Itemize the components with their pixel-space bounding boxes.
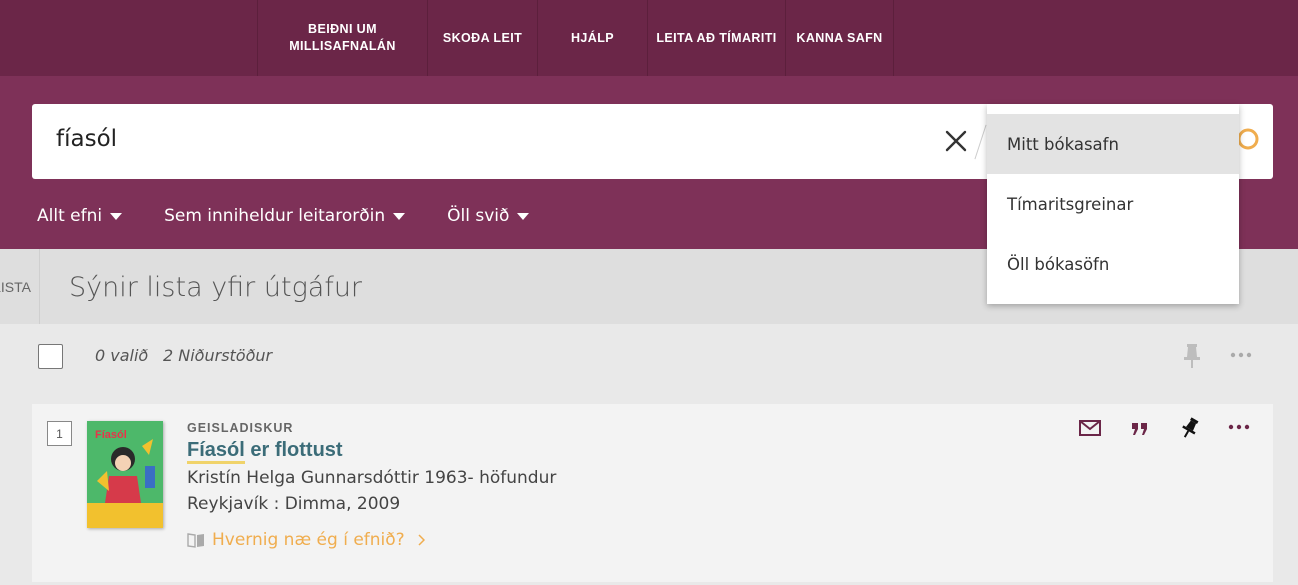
select-all-checkbox[interactable]	[38, 344, 63, 369]
search-filters: Allt efni Sem inniheldur leitarorðin Öll…	[37, 204, 571, 228]
back-to-list-tab[interactable]: LISTA	[0, 249, 40, 324]
caret-down-icon	[110, 212, 123, 220]
nav-label: LEITA AÐ TÍMARITI	[656, 30, 777, 45]
title-highlight: Fíasól	[187, 439, 245, 464]
result-count: 2 Niðurstöður	[163, 346, 273, 365]
availability-link[interactable]: Hvernig næ ég í efnið?	[187, 530, 425, 550]
filter-match-type[interactable]: Sem inniheldur leitarorðin	[164, 204, 406, 228]
nav-label: HJÁLP	[571, 30, 614, 45]
title-rest: er flottust	[244, 439, 343, 461]
nav-journal-search[interactable]: LEITA AÐ TÍMARITI	[647, 0, 785, 76]
pin-icon[interactable]	[1181, 343, 1203, 369]
divider	[974, 124, 987, 160]
nav-interlibrary-loan[interactable]: BEIÐNI UM MILLISAFNALÁN	[257, 0, 427, 76]
resource-type: GEISLADISKUR	[187, 421, 294, 435]
filter-label: Öll svið	[447, 206, 510, 226]
filter-search-field[interactable]: Öll svið	[447, 204, 530, 228]
page-title: Sýnir lista yfir útgáfur	[69, 272, 363, 303]
pin-icon[interactable]	[1178, 416, 1202, 440]
nav-browse-search[interactable]: SKOÐA LEIT	[427, 0, 537, 76]
filter-label: Allt efni	[37, 206, 103, 226]
scope-option-all-libraries[interactable]: Öll bókasöfn	[987, 234, 1239, 294]
chevron-right-icon	[418, 534, 425, 546]
scope-option-my-library[interactable]: Mitt bókasafn	[987, 114, 1239, 174]
caret-down-icon	[517, 212, 530, 220]
citation-icon[interactable]	[1128, 416, 1152, 440]
result-publisher: Reykjavík : Dimma, 2009	[187, 494, 401, 514]
more-options-icon[interactable]	[1229, 351, 1253, 359]
scope-dropdown: Mitt bókasafn Tímaritsgreinar Öll bókasö…	[987, 104, 1239, 304]
selected-count: 0 valið	[95, 346, 149, 365]
result-item: 1 Fíasól GEISLADISKUR Fíasól er flottust…	[32, 404, 1273, 582]
nav-label: KANNA SAFN	[796, 30, 883, 45]
email-icon[interactable]	[1078, 416, 1102, 440]
result-number: 1	[47, 421, 72, 446]
filter-label: Sem inniheldur leitarorðin	[164, 206, 386, 226]
search-input[interactable]: fíasól	[56, 126, 117, 152]
caret-down-icon	[393, 212, 406, 220]
open-book-icon	[187, 533, 204, 548]
nav-label: BEIÐNI UM	[308, 22, 377, 36]
nav-label: SKOÐA LEIT	[442, 30, 523, 45]
filter-resource-type[interactable]: Allt efni	[37, 204, 123, 228]
top-navigation: BEIÐNI UM MILLISAFNALÁN SKOÐA LEIT HJÁLP …	[0, 0, 1298, 76]
tab-label: LISTA	[0, 278, 31, 295]
result-author: Kristín Helga Gunnarsdóttir 1963- höfund…	[187, 468, 557, 488]
availability-text: Hvernig næ ég í efnið?	[212, 530, 405, 550]
nav-explore-library[interactable]: KANNA SAFN	[785, 0, 894, 76]
nav-label: MILLISAFNALÁN	[289, 39, 396, 53]
results-toolbar: 0 valið 2 Niðurstöður	[0, 324, 1298, 404]
scope-option-articles[interactable]: Tímaritsgreinar	[987, 174, 1239, 234]
book-cover-thumbnail[interactable]: Fíasól	[87, 421, 163, 528]
result-title-link[interactable]: Fíasól er flottust	[187, 439, 343, 464]
close-icon[interactable]	[944, 129, 968, 153]
cover-title: Fíasól	[95, 429, 127, 441]
more-options-icon[interactable]	[1227, 416, 1251, 440]
nav-help[interactable]: HJÁLP	[537, 0, 647, 76]
